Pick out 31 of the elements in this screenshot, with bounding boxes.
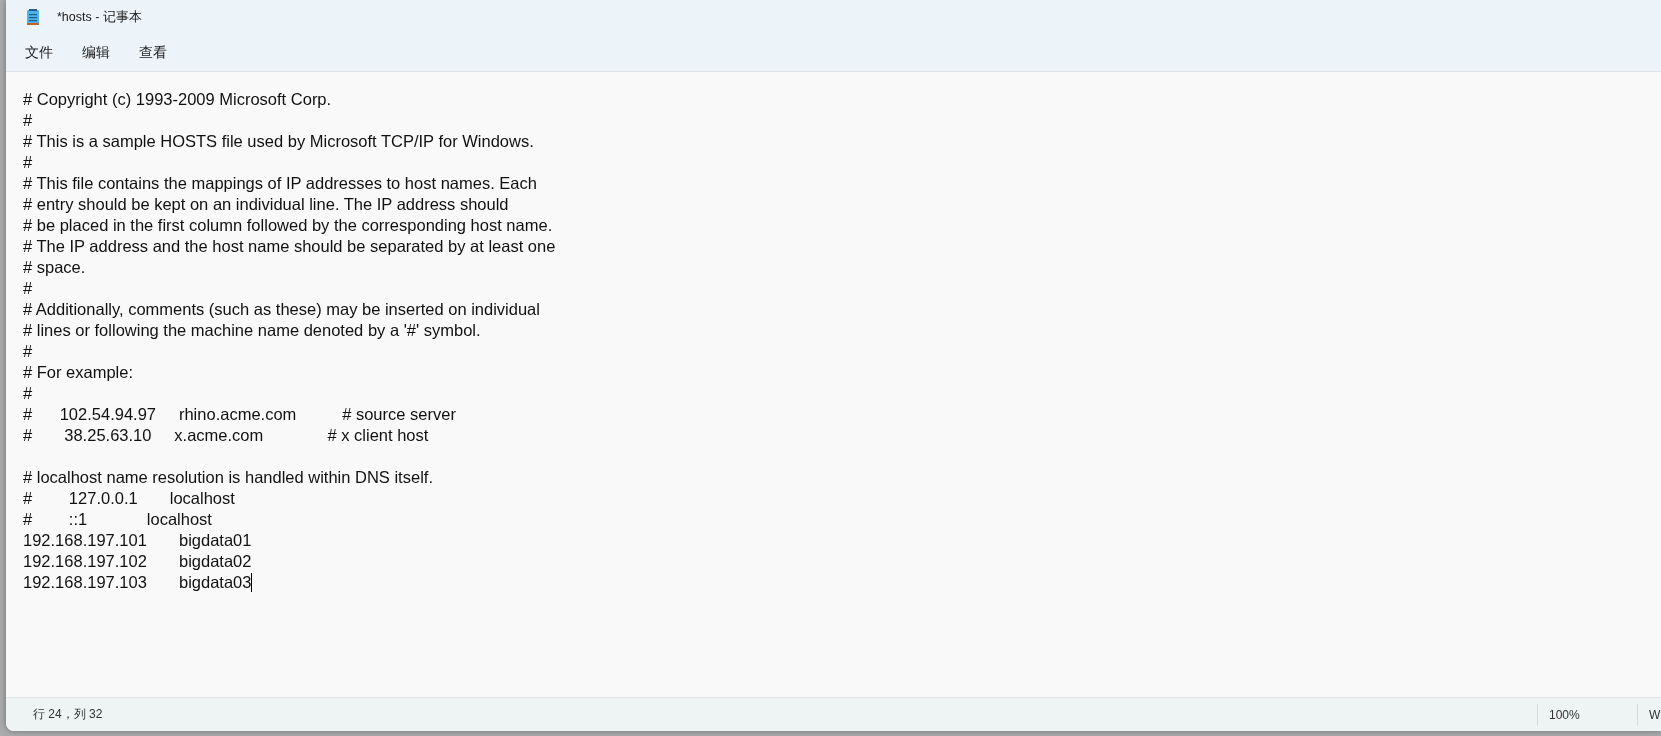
text-line: 192.168.197.101 bigdata01 <box>23 530 252 551</box>
text-line: # lines or following the machine name denoted by a '#' symbol. <box>23 320 481 341</box>
text-line: # ::1 localhost <box>23 509 212 530</box>
text-line: # space. <box>23 257 86 278</box>
text-line: # <box>23 110 33 131</box>
menu-item[interactable]: 文件 <box>12 39 66 66</box>
cursor-position: 行 24，列 32 <box>32 706 103 723</box>
menu-item[interactable]: 查看 <box>126 39 180 66</box>
text-line: # entry should be kept on an individual line. The IP address should <box>23 194 509 215</box>
text-line: # For example: <box>23 362 134 383</box>
text-line: # <box>23 278 33 299</box>
line-ending: W <box>1637 703 1661 726</box>
text-line: # Additionally, comments (such as these) may be inserted on individual <box>23 299 540 320</box>
text-line: # localhost name resolution is handled within DNS itself. <box>23 467 433 488</box>
text-line: # <box>23 383 33 404</box>
text-line: # This is a sample HOSTS file used by Microsoft TCP/IP for Windows. <box>23 131 534 152</box>
text-line: # 38.25.63.10 x.acme.com # x client host <box>23 425 429 446</box>
text-line: # <box>23 341 33 362</box>
text-line: # 102.54.94.97 rhino.acme.com # source server <box>23 404 456 425</box>
text-line: 192.168.197.103 bigdata03 <box>23 572 252 593</box>
window-title: *hosts - 记事本 <box>57 8 142 26</box>
text-line: 192.168.197.102 bigdata02 <box>23 551 252 572</box>
menu-item[interactable]: 编辑 <box>69 39 123 66</box>
text-line: # This file contains the mappings of IP addresses to host names. Each <box>23 173 537 194</box>
text-line: # be placed in the first column followed by the corresponding host name. <box>23 215 553 236</box>
text-line: # <box>23 152 33 173</box>
text-line: # The IP address and the host name should be separated by at least one <box>23 236 556 257</box>
text-line: # Copyright (c) 1993-2009 Microsoft Corp. <box>23 89 332 110</box>
zoom-level: 100% <box>1537 703 1637 726</box>
notepad-icon <box>26 8 40 26</box>
text-line: # 127.0.0.1 localhost <box>23 488 235 509</box>
